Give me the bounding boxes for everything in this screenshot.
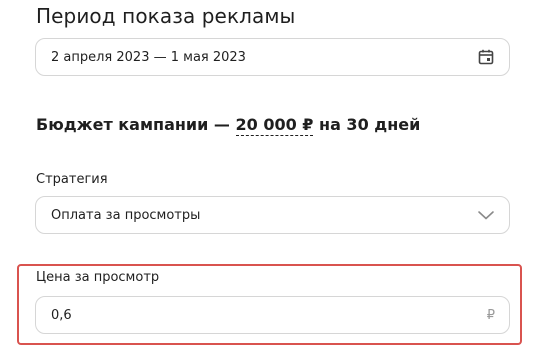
strategy-label: Стратегия xyxy=(36,172,108,187)
strategy-select[interactable]: Оплата за просмотры xyxy=(35,196,510,234)
calendar-icon[interactable] xyxy=(477,48,495,66)
date-range-value: 2 апреля 2023 — 1 мая 2023 xyxy=(51,49,246,65)
chevron-down-icon xyxy=(477,209,495,221)
ad-campaign-settings: Период показа рекламы 2 апреля 2023 — 1 … xyxy=(0,0,544,351)
price-value: 0,6 xyxy=(51,307,72,323)
period-title: Период показа рекламы xyxy=(36,4,296,28)
price-per-view-input[interactable]: 0,6 ₽ xyxy=(35,296,510,334)
strategy-selected-value: Оплата за просмотры xyxy=(51,207,201,223)
campaign-budget: Бюджет кампании — 20 000 ₽ на 30 дней xyxy=(36,115,421,136)
date-range-field[interactable]: 2 апреля 2023 — 1 мая 2023 xyxy=(35,38,510,76)
budget-amount[interactable]: 20 000 ₽ xyxy=(235,115,314,136)
currency-sign: ₽ xyxy=(486,307,495,323)
budget-suffix: на 30 дней xyxy=(313,115,421,134)
budget-prefix: Бюджет кампании — xyxy=(36,115,236,134)
price-label: Цена за просмотр xyxy=(36,270,160,285)
